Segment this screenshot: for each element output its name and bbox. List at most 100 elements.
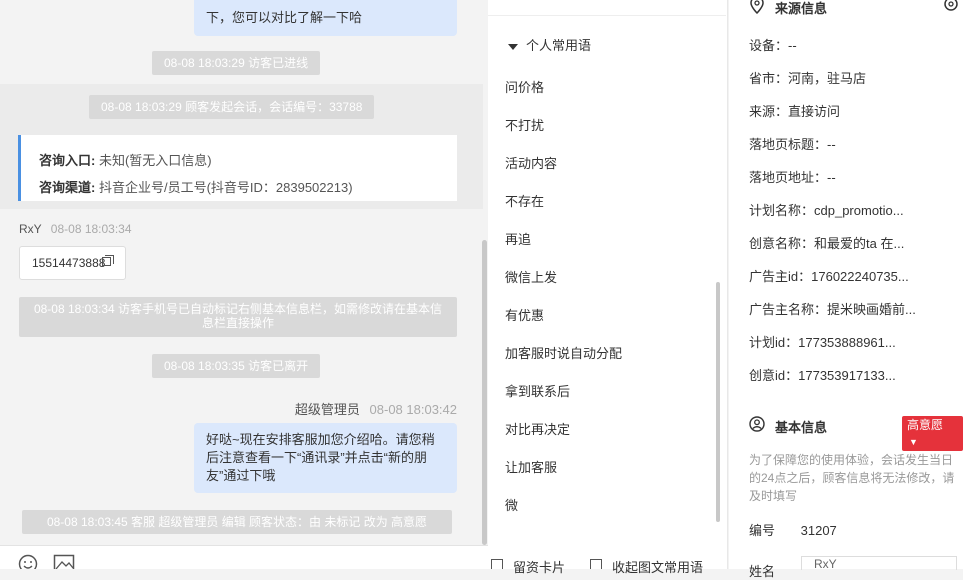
row-value: -- <box>788 38 797 53</box>
info-row-creative-id: 创意id：177353917133... <box>749 365 896 384</box>
user-circle-icon <box>749 416 765 432</box>
agent-message-bubble: 好哒~现在安排客服加您介绍哈。请您稍后注意查看一下“通讯录”并点击“新的朋友”通… <box>194 423 457 493</box>
id-value: 31207 <box>800 523 837 538</box>
divider <box>727 0 728 569</box>
phrase-item[interactable]: 加客服时说自动分配 <box>505 343 622 362</box>
info-row-region: 省市：河南，驻马店 <box>749 68 866 87</box>
system-message: 08-08 18:03:29 顾客发起会话，会话编号：33788 <box>89 95 375 119</box>
visitor-message-bubble: 15514473888 <box>19 246 127 280</box>
row-label: 创意id： <box>749 368 799 383</box>
row-label: 省市： <box>749 71 789 86</box>
phrase-item[interactable]: 问价格 <box>505 77 544 96</box>
agent-header: 超级管理员 08-08 18:03:42 <box>295 399 457 418</box>
emoji-icon[interactable] <box>18 554 38 569</box>
agent-message-bubble: 下，您可以对比了解一下哈 <box>194 0 457 36</box>
phrase-item[interactable]: 对比再决定 <box>505 419 570 438</box>
info-row-advertiser-id: 广告主id：176022240735... <box>749 266 909 285</box>
row-value: 和最爱的ta 在... <box>814 236 905 251</box>
channel-value: 抖音企业号/员工号(抖音号ID：2839502213) <box>98 180 353 195</box>
id-label: 编号 <box>749 523 776 538</box>
visitor-name: RxY <box>19 222 42 236</box>
row-value: 176022240735... <box>811 269 909 284</box>
channel-label: 咨询渠道: <box>39 180 96 195</box>
chat-scrollbar[interactable] <box>482 240 487 545</box>
basic-info-title: 基本信息 <box>775 420 828 435</box>
phrase-item[interactable]: 微信上发 <box>505 267 557 286</box>
edit-deadline-note: 为了保障您的使用体验，会话发生当日的24点之后，顾客信息将无法修改，请及时填写 <box>749 453 955 503</box>
image-icon[interactable] <box>53 554 75 569</box>
info-row-plan-name: 计划名称：cdp_promotio... <box>749 200 904 219</box>
common-phrases-panel: 个人常用语 问价格 不打扰 活动内容 不存在 再追 微信上发 有优惠 加客服时说… <box>488 0 728 575</box>
phrase-item[interactable]: 让加客服 <box>505 457 557 476</box>
name-label: 姓名 <box>749 564 776 579</box>
lead-card-button[interactable]: 留资卡片 <box>513 557 565 576</box>
agent-time: 08-08 18:03:42 <box>369 402 457 417</box>
row-value: 177353888961... <box>798 335 896 350</box>
system-message: 08-08 18:03:29 访客已进线 <box>152 51 321 75</box>
caret-down-icon <box>508 43 518 50</box>
system-message: 08-08 18:03:35 访客已离开 <box>152 354 321 378</box>
top-strip <box>488 0 726 16</box>
caret-down-icon: ▼ <box>909 437 918 447</box>
chat-panel: 下，您可以对比了解一下哈 08-08 18:03:29 访客已进线 08-08 … <box>0 0 488 569</box>
row-label: 落地页地址： <box>749 170 828 185</box>
system-message: 08-08 18:03:45 客服 超级管理员 编辑 顾客状态：由 未标记 改为… <box>22 510 452 534</box>
visitor-time: 08-08 18:03:34 <box>50 222 132 236</box>
card-icon <box>491 559 503 569</box>
info-row-landing-url: 落地页地址：-- <box>749 167 836 186</box>
agent-message-text: 好哒~现在安排客服加您介绍哈。请您稍后注意查看一下“通讯录”并点击“新的朋友”通… <box>206 432 435 483</box>
info-row-name-label: 姓名 <box>749 561 775 580</box>
system-message: 08-08 18:03:34 访客手机号已自动标记右侧基本信息栏，如需修改请在基… <box>19 297 457 337</box>
info-row-advertiser-name: 广告主名称：提米映画婚前... <box>749 299 916 318</box>
agent-message-text: 下，您可以对比了解一下哈 <box>206 10 363 25</box>
phrase-item[interactable]: 有优惠 <box>505 305 544 324</box>
phrase-item[interactable]: 拿到联系后 <box>505 381 570 400</box>
info-row-device: 设备：-- <box>749 35 797 54</box>
row-label: 落地页标题： <box>749 137 828 152</box>
info-row-id: 编号 31207 <box>749 520 837 539</box>
phrase-item[interactable]: 再追 <box>505 229 531 248</box>
phrase-item[interactable]: 不存在 <box>505 191 544 210</box>
info-row-creative-name: 创意名称：和最爱的ta 在... <box>749 233 904 252</box>
phrase-item[interactable]: 活动内容 <box>505 153 557 172</box>
entry-label: 咨询入口: <box>39 153 96 168</box>
row-value: 直接访问 <box>788 104 841 119</box>
row-value: 177353917133... <box>798 368 896 383</box>
row-label: 计划id： <box>749 335 799 350</box>
info-row-source: 来源：直接访问 <box>749 101 840 120</box>
phrase-item[interactable]: 微 <box>505 495 518 514</box>
phone-message-text: 15514473888 <box>32 256 106 270</box>
phrases-footer: 留资卡片 收起图文常用语 <box>488 555 728 575</box>
collapse-icon <box>590 559 602 569</box>
info-row-landing-title: 落地页标题：-- <box>749 134 836 153</box>
phrase-group-header[interactable]: 个人常用语 <box>508 35 591 54</box>
row-label: 设备： <box>749 38 789 53</box>
visitor-header: RxY 08-08 18:03:34 <box>19 222 132 236</box>
location-pin-icon <box>750 0 764 14</box>
row-value: 河南，驻马店 <box>788 71 867 86</box>
chat-toolbar <box>0 545 488 569</box>
customer-info-panel: 来源信息 设备：-- 省市：河南，驻马店 来源：直接访问 落地页标题：-- 落地… <box>729 0 963 579</box>
row-value: -- <box>827 170 836 185</box>
row-value: 提米映画婚前... <box>827 302 916 317</box>
phrases-scrollbar[interactable] <box>716 282 720 522</box>
row-value: -- <box>827 137 836 152</box>
phrase-group-title: 个人常用语 <box>526 38 592 53</box>
row-label: 来源： <box>749 104 789 119</box>
row-value: cdp_promotio... <box>814 203 904 218</box>
agent-name: 超级管理员 <box>294 402 360 417</box>
intent-tag-label: 高意愿 <box>907 418 944 432</box>
row-label: 创意名称： <box>749 236 815 251</box>
row-label: 广告主名称： <box>749 302 828 317</box>
row-label: 计划名称： <box>749 203 815 218</box>
name-input[interactable]: RxY <box>801 556 957 571</box>
collapse-common-button[interactable]: 收起图文常用语 <box>612 557 703 576</box>
entry-value: 未知(暂无入口信息) <box>98 153 212 168</box>
source-info-title: 来源信息 <box>775 1 828 16</box>
info-row-plan-id: 计划id：177353888961... <box>749 332 896 351</box>
intent-tag-dropdown[interactable]: 高意愿 ▼ <box>902 416 963 451</box>
consult-info-card: 咨询入口: 未知(暂无入口信息) 咨询渠道: 抖音企业号/员工号(抖音号ID：2… <box>18 135 457 201</box>
row-label: 广告主id： <box>749 269 812 284</box>
phrase-item[interactable]: 不打扰 <box>505 115 544 134</box>
settings-icon[interactable] <box>943 0 959 12</box>
